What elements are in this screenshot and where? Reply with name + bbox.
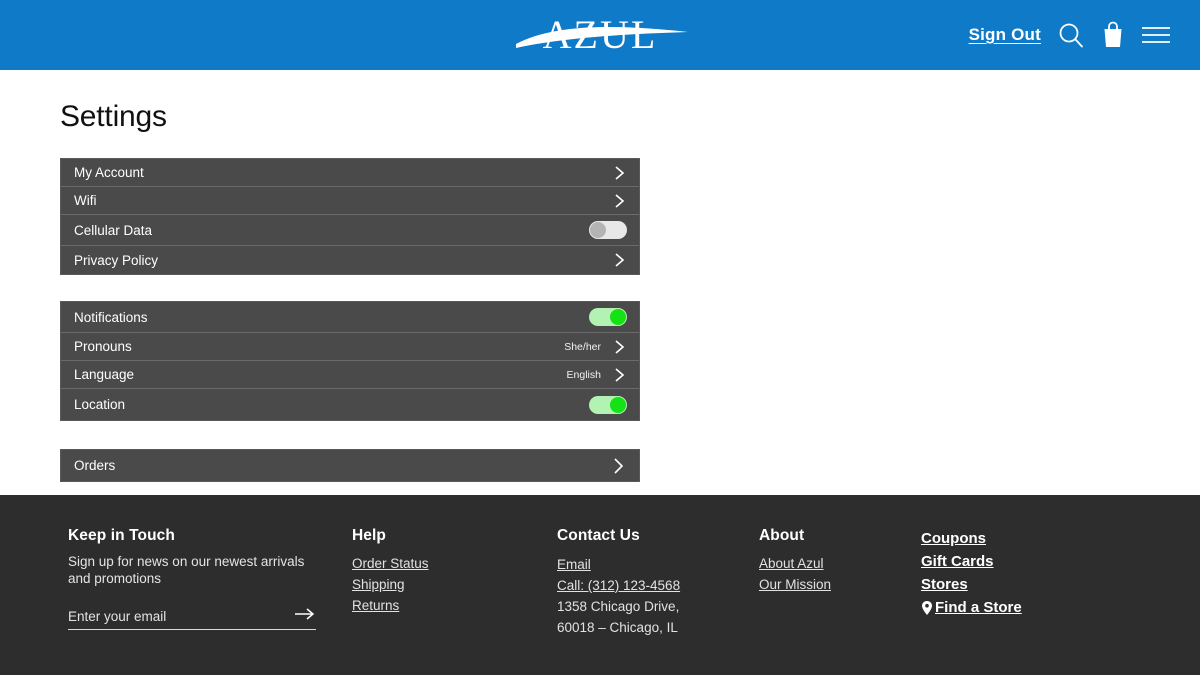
shopping-bag-icon[interactable] bbox=[1101, 20, 1125, 50]
settings-row-cellular-data[interactable]: Cellular Data bbox=[61, 215, 639, 246]
chevron-right-icon[interactable] bbox=[613, 251, 627, 269]
location-pin-icon bbox=[921, 600, 933, 616]
settings-row-wifi[interactable]: Wifi bbox=[61, 187, 639, 215]
footer-link-email[interactable]: Email bbox=[557, 554, 749, 575]
footer-link-shipping[interactable]: Shipping bbox=[352, 574, 547, 595]
newsletter-signup-form bbox=[68, 607, 316, 630]
footer-heading-about: About bbox=[759, 527, 805, 544]
chevron-right-icon[interactable] bbox=[613, 192, 627, 210]
header-actions: Sign Out bbox=[969, 0, 1172, 70]
settings-group-orders: Orders bbox=[60, 449, 640, 482]
location-toggle[interactable] bbox=[589, 395, 627, 414]
pronouns-value: She/her bbox=[564, 340, 601, 353]
settings-row-label: My Account bbox=[74, 165, 144, 180]
settings-row-label: Cellular Data bbox=[74, 222, 153, 238]
settings-row-orders[interactable]: Orders bbox=[61, 450, 639, 481]
settings-row-label: Orders bbox=[74, 458, 116, 473]
footer-column-keep-in-touch: Keep in Touch Sign up for news on our ne… bbox=[0, 527, 352, 675]
settings-list: My Account Wifi Cellular Data Privacy Po… bbox=[60, 158, 640, 482]
footer-link-find-a-store[interactable]: Find a Store bbox=[921, 596, 1111, 619]
site-header: AZUL Sign Out bbox=[0, 0, 1200, 70]
footer-column-help: Help Order Status Shipping Returns bbox=[352, 527, 557, 675]
settings-row-label: Language bbox=[74, 367, 135, 382]
search-icon[interactable] bbox=[1056, 20, 1086, 50]
chevron-right-icon[interactable] bbox=[611, 456, 627, 476]
toggle-knob bbox=[610, 309, 626, 325]
footer-link-order-status[interactable]: Order Status bbox=[352, 553, 547, 574]
settings-row-label: Privacy Policy bbox=[74, 252, 159, 268]
chevron-right-icon[interactable] bbox=[613, 164, 627, 182]
footer-link-coupons[interactable]: Coupons bbox=[921, 527, 1111, 550]
footer-link-gift-cards[interactable]: Gift Cards bbox=[921, 550, 1111, 573]
footer-address-line-2: 60018 – Chicago, IL bbox=[557, 620, 678, 635]
footer-heading-keep-in-touch: Keep in Touch bbox=[68, 527, 175, 544]
chevron-right-icon[interactable] bbox=[613, 366, 627, 384]
footer-link-phone[interactable]: Call: (312) 123-4568 bbox=[557, 575, 749, 596]
settings-row-my-account[interactable]: My Account bbox=[61, 159, 639, 187]
footer-link-our-mission[interactable]: Our Mission bbox=[759, 574, 911, 595]
footer-link-returns[interactable]: Returns bbox=[352, 595, 547, 616]
settings-row-label: Notifications bbox=[74, 309, 148, 325]
footer-column-quick-links: Coupons Gift Cards Stores Find a Store bbox=[921, 527, 1121, 675]
settings-row-label: Pronouns bbox=[74, 339, 132, 354]
settings-row-pronouns[interactable]: Pronouns She/her bbox=[61, 333, 639, 361]
brand-logo[interactable]: AZUL bbox=[516, 12, 688, 58]
brand-wordmark: AZUL bbox=[542, 12, 658, 57]
arrow-right-icon[interactable] bbox=[294, 607, 316, 625]
sign-out-link[interactable]: Sign Out bbox=[969, 25, 1041, 45]
settings-row-label: Wifi bbox=[74, 193, 97, 208]
footer-column-about: About About Azul Our Mission bbox=[759, 527, 921, 675]
settings-row-location[interactable]: Location bbox=[61, 389, 639, 420]
settings-group-preferences: Notifications Pronouns She/her Language … bbox=[60, 301, 640, 421]
toggle-knob bbox=[590, 222, 606, 238]
notifications-toggle[interactable] bbox=[589, 308, 627, 326]
settings-group-account: My Account Wifi Cellular Data Privacy Po… bbox=[60, 158, 640, 275]
footer-link-about-azul[interactable]: About Azul bbox=[759, 553, 911, 574]
footer-address-line-1: 1358 Chicago Drive, bbox=[557, 599, 680, 614]
find-a-store-label: Find a Store bbox=[935, 599, 1022, 616]
site-footer: Keep in Touch Sign up for news on our ne… bbox=[0, 495, 1200, 675]
settings-row-label: Location bbox=[74, 397, 126, 412]
footer-link-stores[interactable]: Stores bbox=[921, 573, 1111, 596]
page-title: Settings bbox=[60, 100, 167, 133]
footer-heading-contact: Contact Us bbox=[557, 527, 640, 544]
cellular-data-toggle[interactable] bbox=[589, 221, 627, 239]
chevron-right-icon[interactable] bbox=[613, 338, 627, 356]
settings-row-privacy-policy[interactable]: Privacy Policy bbox=[61, 246, 639, 274]
footer-column-contact: Contact Us Email Call: (312) 123-4568 13… bbox=[557, 527, 759, 675]
footer-heading-help: Help bbox=[352, 527, 386, 544]
settings-row-notifications[interactable]: Notifications bbox=[61, 302, 639, 333]
main-content: Settings My Account Wifi Cellular Data P… bbox=[0, 70, 1200, 495]
language-value: English bbox=[566, 368, 601, 381]
hamburger-menu-icon[interactable] bbox=[1140, 22, 1172, 48]
newsletter-description: Sign up for news on our newest arrivals … bbox=[68, 554, 305, 586]
settings-row-language[interactable]: Language English bbox=[61, 361, 639, 389]
toggle-knob bbox=[610, 396, 626, 413]
newsletter-email-input[interactable] bbox=[68, 608, 294, 624]
